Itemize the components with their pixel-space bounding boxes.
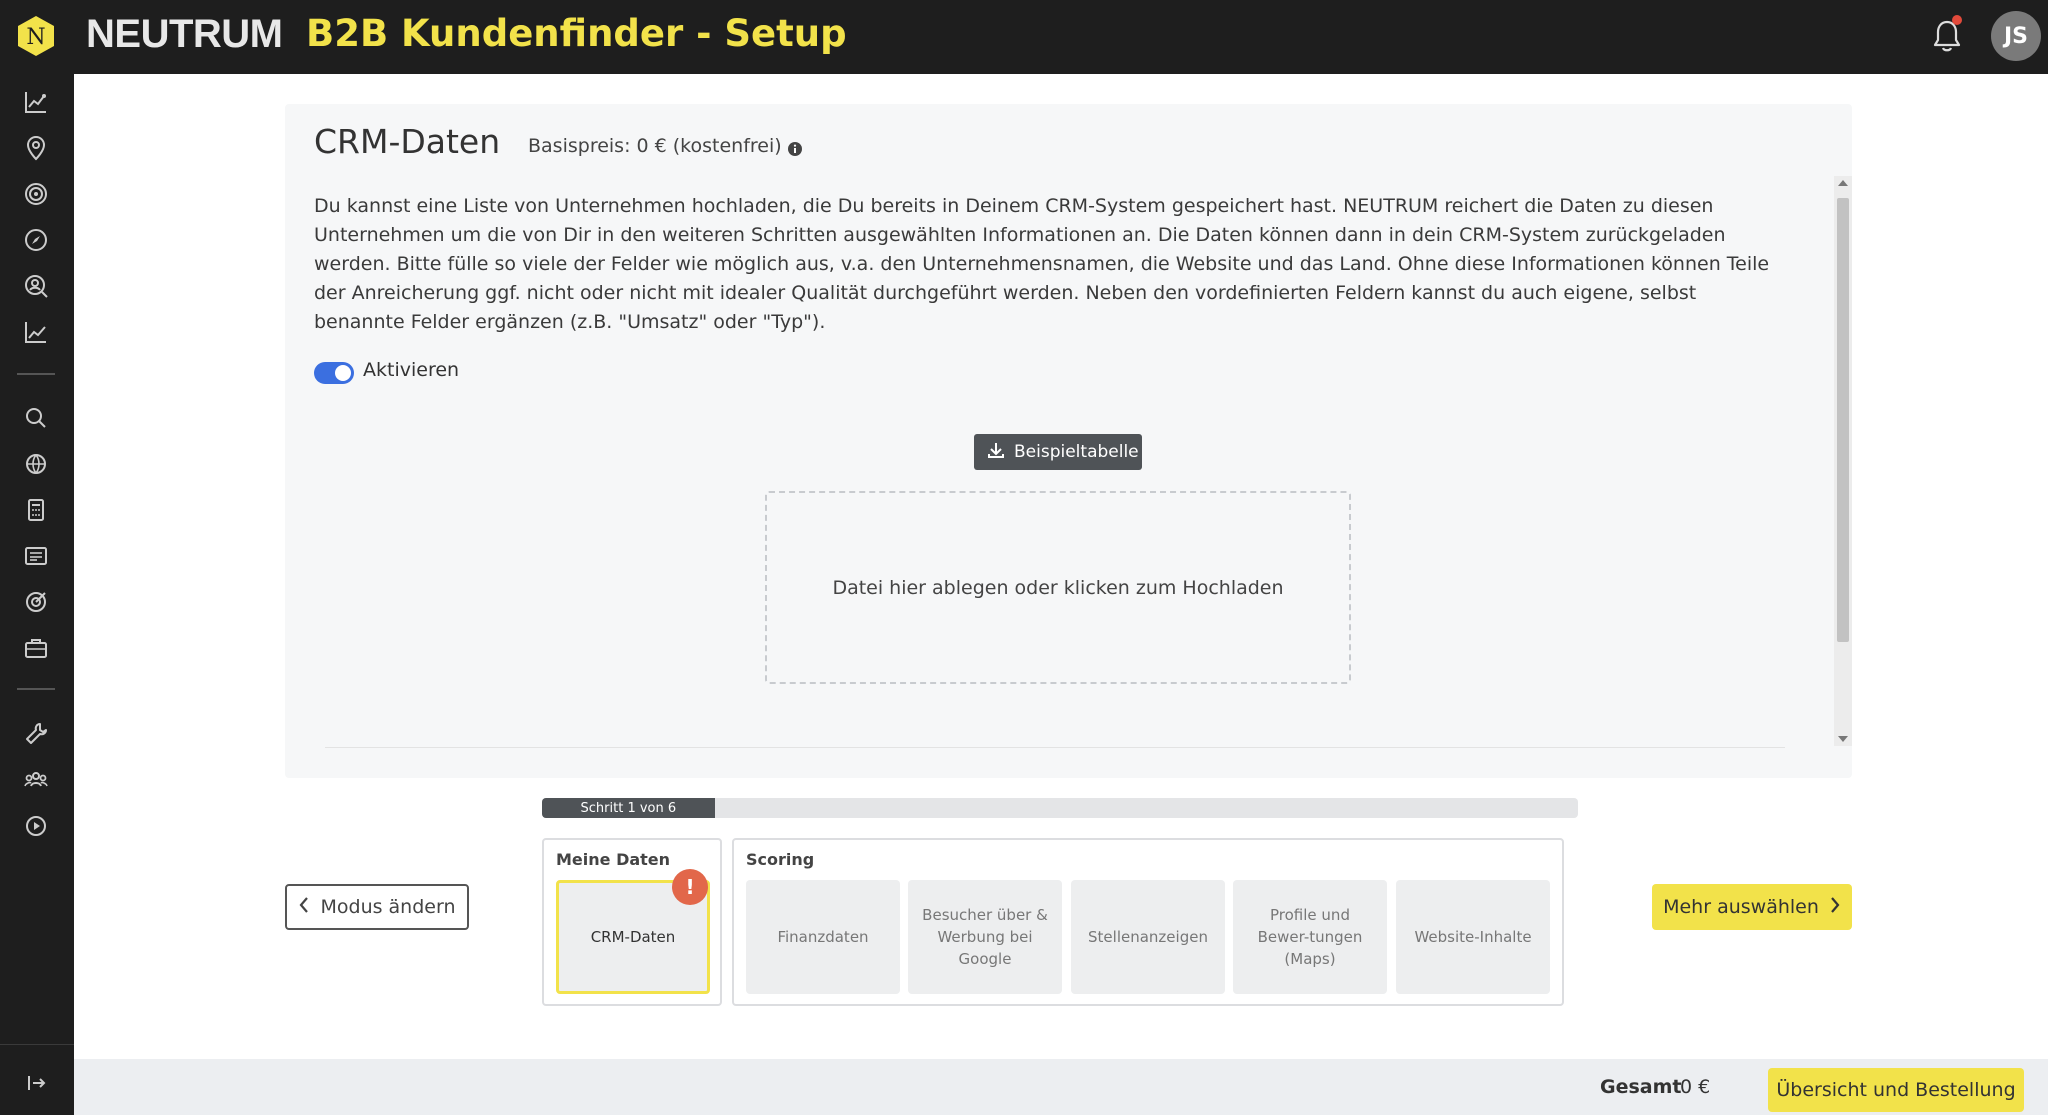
dropzone-text: Datei hier ablegen oder klicken zum Hoch… [832, 576, 1284, 599]
play-circle-icon[interactable] [22, 812, 50, 840]
tile-label: Finanzdaten [777, 928, 869, 946]
team-icon[interactable] [22, 766, 50, 794]
description-text: Du kannst eine Liste von Unternehmen hoc… [314, 195, 1770, 333]
card-scrollbar[interactable] [1834, 176, 1852, 746]
step-progress-bar: Schritt 1 von 6 [542, 798, 1578, 818]
tile-job-ads[interactable]: Stellenanzeigen [1071, 880, 1225, 994]
top-bar: N NEUTRUM B2B Kundenfinder - Setup JS [0, 0, 2048, 74]
base-price: Basispreis: 0 € (kostenfrei) [528, 135, 782, 157]
compass-icon[interactable] [22, 226, 50, 254]
sidebar-divider [17, 688, 55, 690]
tile-website-content[interactable]: Website-Inhalte [1396, 880, 1550, 994]
crm-data-card: CRM-Daten Basispreis: 0 € (kostenfrei) D… [285, 104, 1852, 778]
scroll-down-arrow-icon[interactable] [1838, 736, 1848, 742]
sidebar [0, 74, 74, 1115]
scroll-thumb[interactable] [1837, 198, 1849, 642]
chevron-left-icon [298, 896, 310, 919]
footer-bar: Gesamt 0 € Übersicht und Bestellung [74, 1059, 2048, 1115]
activate-toggle[interactable] [314, 362, 354, 384]
sample-table-button[interactable]: Beispieltabelle [974, 434, 1142, 470]
goal-icon[interactable] [22, 588, 50, 616]
change-mode-label: Modus ändern [320, 896, 456, 918]
target-icon[interactable] [22, 180, 50, 208]
calculator-icon[interactable] [22, 496, 50, 524]
card-divider [325, 747, 1785, 748]
tile-label: Profile und Bewer-tungen (Maps) [1257, 906, 1363, 968]
collapse-arrow-icon[interactable] [22, 1069, 50, 1097]
svg-text:N: N [26, 25, 45, 50]
chevron-right-icon [1829, 896, 1841, 919]
tile-financial-data[interactable]: Finanzdaten [746, 880, 900, 994]
line-chart-icon[interactable] [22, 318, 50, 346]
page-title: B2B Kundenfinder - Setup [306, 12, 847, 55]
tile-maps-reviews[interactable]: Profile und Bewer-tungen (Maps) [1233, 880, 1387, 994]
location-pin-icon[interactable] [22, 134, 50, 162]
wrench-icon[interactable] [22, 720, 50, 748]
sidebar-divider [17, 373, 55, 375]
tile-label: Stellenanzeigen [1088, 928, 1208, 946]
tile-google-visitors[interactable]: Besucher über & Werbung bei Google [908, 880, 1062, 994]
briefcase-icon[interactable] [22, 634, 50, 662]
scoring-group: Scoring Finanzdaten Besucher über & Werb… [732, 838, 1564, 1006]
card-title: CRM-Daten [314, 122, 501, 161]
my-data-group: Meine Daten CRM-Daten [542, 838, 722, 1006]
scroll-up-arrow-icon[interactable] [1838, 180, 1848, 186]
sidebar-footer [0, 1044, 74, 1115]
info-icon[interactable] [786, 140, 804, 158]
toggle-knob [335, 365, 351, 381]
file-dropzone[interactable]: Datei hier ablegen oder klicken zum Hoch… [765, 491, 1351, 684]
brand-name: NEUTRUM [86, 12, 283, 56]
avatar[interactable]: JS [1991, 11, 2041, 61]
change-mode-button[interactable]: Modus ändern [285, 884, 469, 930]
tile-label: CRM-Daten [590, 928, 676, 946]
warning-badge: ! [672, 869, 708, 905]
sample-table-label: Beispieltabelle [1014, 442, 1139, 462]
scoring-title: Scoring [746, 850, 815, 869]
total-value: 0 € [1680, 1076, 1711, 1098]
user-search-icon[interactable] [22, 272, 50, 300]
search-icon[interactable] [22, 404, 50, 432]
tile-label: Website-Inhalte [1414, 928, 1532, 946]
tile-label: Besucher über & Werbung bei Google [922, 906, 1048, 968]
overview-order-button[interactable]: Übersicht und Bestellung [1768, 1068, 2024, 1112]
globe-icon[interactable] [22, 450, 50, 478]
news-icon[interactable] [22, 542, 50, 570]
step-progress-fill: Schritt 1 von 6 [542, 798, 715, 818]
overview-order-label: Übersicht und Bestellung [1776, 1079, 2016, 1101]
download-icon [986, 440, 1006, 465]
select-more-button[interactable]: Mehr auswählen [1652, 884, 1852, 930]
dashboard-chart-icon[interactable] [22, 88, 50, 116]
neutrum-logo-icon[interactable]: N [14, 14, 58, 58]
my-data-title: Meine Daten [556, 850, 671, 869]
notification-dot [1952, 15, 1962, 25]
total-label: Gesamt [1600, 1076, 1682, 1098]
toggle-label: Aktivieren [363, 359, 460, 381]
select-more-label: Mehr auswählen [1663, 896, 1819, 918]
